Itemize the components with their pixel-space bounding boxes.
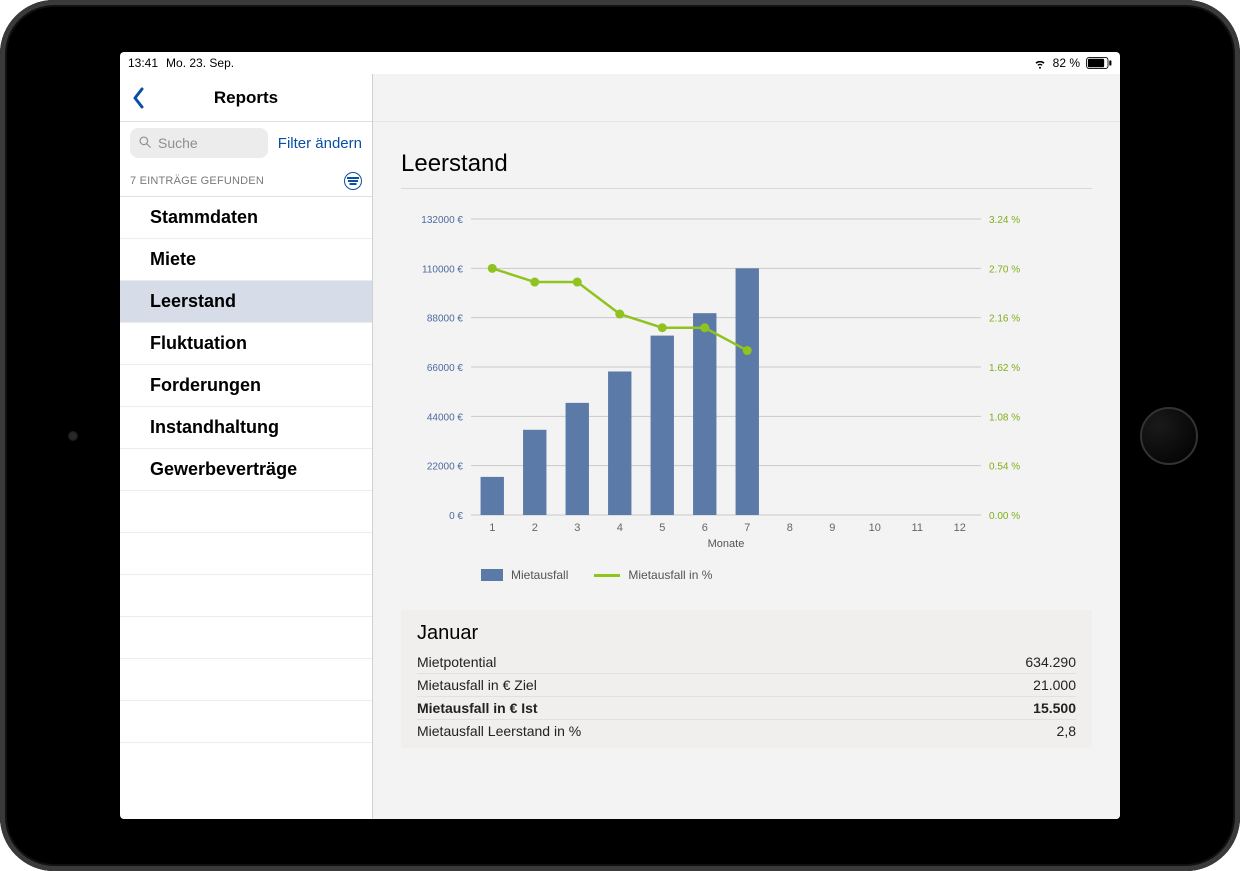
sidebar-item-leerstand[interactable]: Leerstand <box>120 281 372 323</box>
status-battery-pct: 82 % <box>1053 56 1080 70</box>
svg-text:8: 8 <box>787 522 793 534</box>
detail-row-label: Mietpotential <box>417 654 496 670</box>
search-icon <box>138 135 152 152</box>
chart-legend: Mietausfall Mietausfall in % <box>481 568 1092 582</box>
sidebar-blank-row <box>120 701 372 743</box>
detail-row-label: Mietausfall Leerstand in % <box>417 723 581 739</box>
nav-header: Reports <box>120 74 372 122</box>
svg-text:110000 €: 110000 € <box>422 264 463 275</box>
sidebar-blank-row <box>120 659 372 701</box>
screen: 13:41 Mo. 23. Sep. 82 % Re <box>120 52 1120 819</box>
filter-link[interactable]: Filter ändern <box>278 135 362 152</box>
status-date: Mo. 23. Sep. <box>166 56 234 70</box>
sidebar-blank-row <box>120 533 372 575</box>
home-button[interactable] <box>1140 407 1198 465</box>
battery-icon <box>1086 57 1112 69</box>
svg-text:1: 1 <box>489 522 495 534</box>
svg-text:4: 4 <box>617 522 623 534</box>
detail-row-value: 21.000 <box>1033 677 1076 693</box>
sidebar-item-forderungen[interactable]: Forderungen <box>120 365 372 407</box>
sidebar-blank-row <box>120 617 372 659</box>
detail-row: Mietausfall in € Ist 15.500 <box>417 697 1076 720</box>
svg-text:2.16 %: 2.16 % <box>989 314 1020 325</box>
detail-row-value: 2,8 <box>1057 723 1076 739</box>
svg-text:3.24 %: 3.24 % <box>989 215 1020 226</box>
sidebar-item-fluktuation[interactable]: Fluktuation <box>120 323 372 365</box>
ipad-frame: 13:41 Mo. 23. Sep. 82 % Re <box>0 0 1240 871</box>
svg-text:0 €: 0 € <box>449 511 463 522</box>
search-input[interactable] <box>158 135 260 151</box>
search-input-wrap[interactable] <box>130 128 268 158</box>
nav-title: Reports <box>156 88 336 108</box>
main: Leerstand 0 € 0.00 % 22000 € 0.54 % 44000 € 1… <box>373 74 1120 819</box>
svg-text:2: 2 <box>532 522 538 534</box>
status-time: 13:41 <box>128 56 158 70</box>
svg-text:5: 5 <box>659 522 665 534</box>
svg-text:2.70 %: 2.70 % <box>989 264 1020 275</box>
svg-text:12: 12 <box>954 522 966 534</box>
svg-text:132000 €: 132000 € <box>421 215 463 226</box>
svg-text:Monate: Monate <box>708 538 745 550</box>
camera-dot <box>68 431 78 441</box>
results-count-row: 7 EINTRÄGE GEFUNDEN <box>120 164 372 197</box>
legend-label-bar: Mietausfall <box>511 568 568 582</box>
sidebar-menu: StammdatenMieteLeerstandFluktuationForde… <box>120 197 372 819</box>
page-title: Leerstand <box>401 150 1092 189</box>
svg-text:11: 11 <box>912 522 923 534</box>
detail-row-value: 15.500 <box>1033 700 1076 716</box>
svg-text:9: 9 <box>829 522 835 534</box>
svg-text:1.62 %: 1.62 % <box>989 363 1020 374</box>
detail-row: Mietpotential 634.290 <box>417 651 1076 674</box>
detail-row: Mietausfall in € Ziel 21.000 <box>417 674 1076 697</box>
svg-text:6: 6 <box>702 522 708 534</box>
sort-icon[interactable] <box>344 172 362 190</box>
detail-row-label: Mietausfall in € Ist <box>417 700 538 716</box>
svg-text:22000 €: 22000 € <box>427 462 464 473</box>
detail-card: Januar Mietpotential 634.290 Mietausfall i… <box>401 610 1092 748</box>
svg-text:0.54 %: 0.54 % <box>989 462 1020 473</box>
sidebar: Reports Filter ändern 7 EINTRÄGE GEFUNDE… <box>120 74 373 819</box>
svg-text:1.08 %: 1.08 % <box>989 412 1020 423</box>
status-bar: 13:41 Mo. 23. Sep. 82 % <box>120 52 1120 74</box>
results-count-label: 7 EINTRÄGE GEFUNDEN <box>130 175 264 187</box>
detail-row-value: 634.290 <box>1025 654 1076 670</box>
svg-text:44000 €: 44000 € <box>427 412 464 423</box>
sidebar-item-stammdaten[interactable]: Stammdaten <box>120 197 372 239</box>
legend-mietausfall: Mietausfall <box>481 568 568 582</box>
svg-text:7: 7 <box>744 522 750 534</box>
legend-label-line: Mietausfall in % <box>628 568 712 582</box>
detail-month: Januar <box>417 622 1076 645</box>
svg-text:0.00 %: 0.00 % <box>989 511 1020 522</box>
sidebar-item-instandhaltung[interactable]: Instandhaltung <box>120 407 372 449</box>
wifi-icon <box>1033 56 1047 70</box>
svg-text:66000 €: 66000 € <box>427 363 464 374</box>
back-button[interactable] <box>130 87 146 109</box>
main-header-gap <box>373 74 1120 122</box>
legend-mietausfall-pct: Mietausfall in % <box>594 568 712 582</box>
sidebar-blank-row <box>120 491 372 533</box>
detail-row: Mietausfall Leerstand in % 2,8 <box>417 720 1076 742</box>
detail-row-label: Mietausfall in € Ziel <box>417 677 537 693</box>
svg-text:10: 10 <box>869 522 881 534</box>
sidebar-item-miete[interactable]: Miete <box>120 239 372 281</box>
sidebar-blank-row <box>120 575 372 617</box>
svg-text:88000 €: 88000 € <box>427 314 464 325</box>
chart: 0 € 0.00 % 22000 € 0.54 % 44000 € 1.08 % 66000… <box>401 213 1092 582</box>
legend-swatch-bar <box>481 569 503 581</box>
legend-swatch-line <box>594 574 620 577</box>
sidebar-item-gewerbeverträge[interactable]: Gewerbeverträge <box>120 449 372 491</box>
svg-text:3: 3 <box>574 522 580 534</box>
